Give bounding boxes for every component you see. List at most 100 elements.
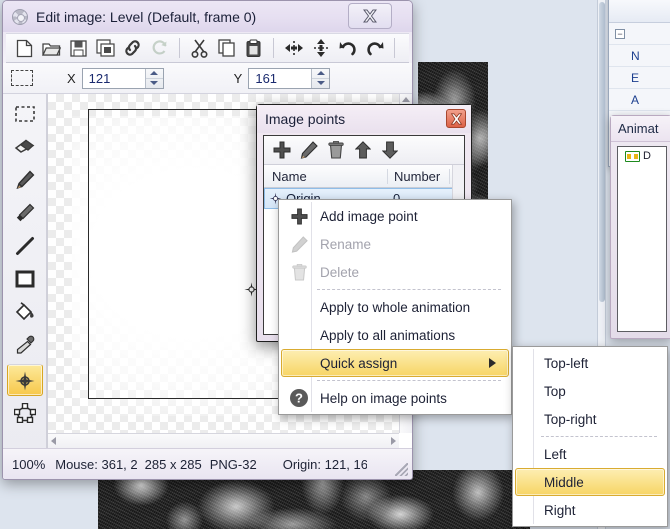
menu-item-delete[interactable]: Delete	[281, 258, 509, 286]
x-stepper-arrows[interactable]	[144, 68, 163, 88]
tool-color-picker[interactable]	[7, 329, 43, 361]
pencil-icon	[288, 233, 310, 255]
image-points-close-button[interactable]	[446, 109, 466, 128]
redo-icon[interactable]	[362, 35, 387, 61]
tool-brush[interactable]	[7, 197, 43, 229]
tool-line[interactable]	[7, 230, 43, 262]
toolbar-separator	[179, 38, 180, 58]
menu-separator	[541, 436, 657, 437]
menu-item-label: Quick assign	[320, 355, 398, 371]
x-stepper[interactable]	[81, 67, 164, 89]
chevron-right-icon	[489, 358, 496, 368]
image-points-titlebar[interactable]: Image points	[257, 105, 471, 133]
menu-item-rename[interactable]: Rename	[281, 230, 509, 258]
move-down-icon[interactable]	[380, 140, 400, 160]
close-icon	[450, 112, 462, 125]
image-points-table-header: Name Number	[264, 165, 464, 188]
y-stepper[interactable]	[248, 67, 331, 89]
submenu-item-top-right[interactable]: Top-right	[515, 405, 665, 433]
submenu-item-left[interactable]: Left	[515, 440, 665, 468]
copy-icon[interactable]	[214, 35, 239, 61]
help-icon: ?	[288, 387, 310, 409]
delete-trash-icon[interactable]	[326, 140, 346, 160]
add-point-icon[interactable]	[272, 140, 292, 160]
image-points-toolbar[interactable]	[264, 136, 464, 165]
background-panel-header	[609, 0, 670, 23]
toolbar-separator	[394, 38, 395, 58]
y-label: Y	[233, 70, 243, 86]
tool-rectangle[interactable]	[7, 263, 43, 295]
y-stepper-up[interactable]	[312, 69, 329, 78]
x-input[interactable]	[82, 68, 145, 88]
background-tree-row[interactable]: N	[609, 45, 670, 67]
column-header-name[interactable]: Name	[264, 168, 388, 184]
tool-fill-bucket[interactable]	[7, 296, 43, 328]
main-toolbar[interactable]	[6, 33, 409, 63]
tool-image-point[interactable]	[6, 364, 43, 396]
submenu-item-top-left[interactable]: Top-left	[515, 349, 665, 377]
menu-item-add-image-point[interactable]: Add image point	[281, 202, 509, 230]
animations-window[interactable]: Animat D	[610, 115, 670, 339]
canvas-horizontal-scrollbar[interactable]	[48, 433, 399, 448]
status-mouse-position: Mouse: 361, 2	[55, 456, 138, 472]
y-stepper-down[interactable]	[312, 77, 330, 88]
screen: − N E A Animat D Edit image: Level (Defa…	[0, 0, 670, 529]
coordinate-bar[interactable]: X Y	[3, 63, 412, 94]
new-file-icon[interactable]	[12, 35, 37, 61]
menu-item-label: Left	[544, 446, 567, 462]
x-label: X	[67, 70, 76, 86]
scroll-right-arrow[interactable]	[391, 437, 396, 445]
animations-list[interactable]: D	[617, 146, 667, 332]
move-up-icon[interactable]	[353, 140, 373, 160]
paste-icon[interactable]	[241, 35, 266, 61]
status-format: PNG-32	[209, 456, 257, 472]
background-tree-row[interactable]: E	[609, 67, 670, 89]
x-stepper-down[interactable]	[145, 77, 163, 88]
context-menu[interactable]: Add image point Rename Delete Apply to w…	[278, 199, 512, 415]
open-folder-icon[interactable]	[39, 35, 64, 61]
y-stepper-arrows[interactable]	[311, 68, 330, 88]
flip-vertical-icon[interactable]	[308, 35, 333, 61]
x-stepper-up[interactable]	[146, 69, 163, 78]
submenu-item-top[interactable]: Top	[515, 377, 665, 405]
rename-pencil-icon[interactable]	[299, 140, 319, 160]
menu-item-apply-all-animations[interactable]: Apply to all animations	[281, 321, 509, 349]
column-header-number[interactable]: Number	[388, 168, 450, 184]
titlebar[interactable]: Edit image: Level (Default, frame 0)	[3, 1, 412, 32]
save-icon[interactable]	[66, 35, 91, 61]
toolbar-separator	[273, 38, 274, 58]
list-item[interactable]: D	[618, 147, 666, 162]
image-points-title: Image points	[265, 111, 346, 127]
menu-item-help-on-image-points[interactable]: ? Help on image points	[281, 384, 509, 412]
image-point-icon	[15, 371, 34, 390]
resize-grip[interactable]	[395, 463, 408, 476]
menu-item-label: Top	[544, 383, 566, 399]
submenu-item-right[interactable]: Right	[515, 496, 665, 524]
tool-palette[interactable]	[3, 94, 47, 448]
submenu-item-middle[interactable]: Middle	[515, 468, 665, 496]
scrollbar-thumb[interactable]	[599, 2, 605, 302]
menu-item-label: Delete	[320, 264, 360, 280]
tool-eraser[interactable]	[7, 131, 43, 163]
menu-item-label: Top-right	[544, 411, 597, 427]
background-tree-row[interactable]: A	[609, 89, 670, 111]
gear-icon	[11, 8, 29, 26]
link-icon[interactable]	[120, 35, 145, 61]
scroll-left-arrow[interactable]	[51, 437, 56, 445]
tool-polygon[interactable]	[7, 397, 43, 429]
quick-assign-submenu[interactable]: Top-left Top Top-right Left Middle Right	[512, 346, 668, 527]
status-zoom: 100%	[12, 456, 46, 472]
scroll-up-arrow[interactable]	[402, 97, 410, 102]
tool-pencil[interactable]	[7, 164, 43, 196]
flip-horizontal-icon[interactable]	[281, 35, 306, 61]
menu-item-quick-assign[interactable]: Quick assign	[281, 349, 509, 377]
save-as-icon[interactable]	[93, 35, 118, 61]
menu-separator	[317, 380, 501, 381]
cut-scissors-icon[interactable]	[187, 35, 212, 61]
window-close-button[interactable]	[348, 3, 392, 29]
tree-expander-icon[interactable]: −	[615, 29, 625, 39]
y-input[interactable]	[249, 68, 312, 88]
undo-icon[interactable]	[335, 35, 360, 61]
tool-rectangular-select[interactable]	[7, 98, 43, 130]
menu-item-apply-whole-animation[interactable]: Apply to whole animation	[281, 293, 509, 321]
